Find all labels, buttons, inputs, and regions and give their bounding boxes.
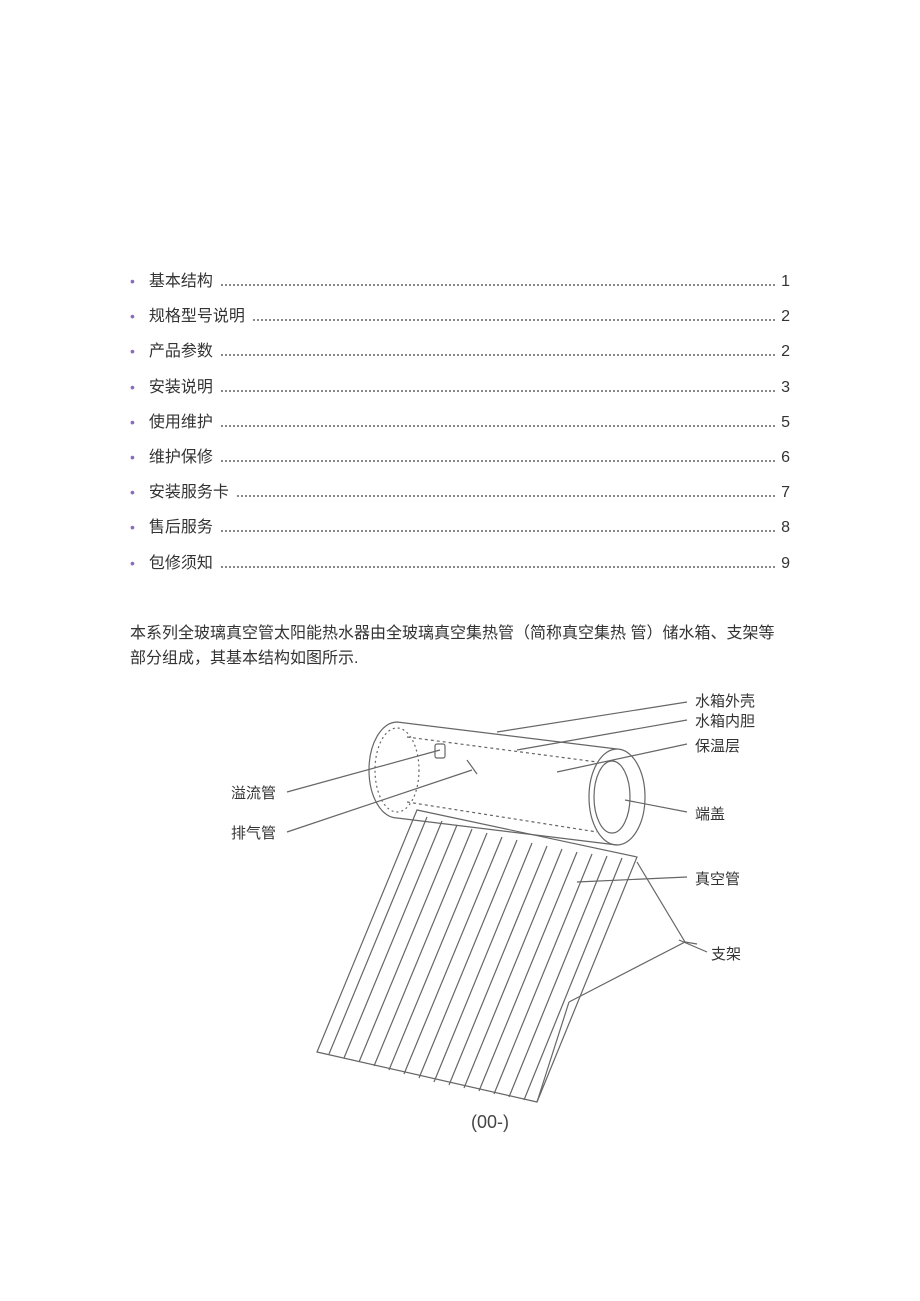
toc-dots bbox=[221, 354, 775, 356]
toc-page: 2 bbox=[781, 338, 790, 365]
toc-label: 使用维护 bbox=[149, 409, 213, 436]
bullet-icon: • bbox=[130, 305, 135, 329]
toc-item: • 产品参数 2 bbox=[130, 338, 790, 365]
label-overflow-pipe: 溢流管 bbox=[231, 782, 276, 803]
toc-page: 1 bbox=[781, 268, 790, 295]
toc-dots bbox=[253, 319, 775, 321]
toc-label: 包修须知 bbox=[149, 550, 213, 577]
bullet-icon: • bbox=[130, 516, 135, 540]
toc-page: 8 bbox=[781, 514, 790, 541]
toc-dots bbox=[221, 566, 775, 568]
toc-page: 6 bbox=[781, 444, 790, 471]
label-tank-shell: 水箱外壳 bbox=[695, 690, 755, 711]
label-tank-liner: 水箱内胆 bbox=[695, 710, 755, 731]
toc-dots bbox=[221, 425, 775, 427]
toc-page: 7 bbox=[781, 479, 790, 506]
toc-label: 产品参数 bbox=[149, 338, 213, 365]
toc-dots bbox=[221, 530, 775, 532]
figure-container: 水箱外壳 水箱内胆 保温层 端盖 真空管 支架 溢流管 排气管 (00-) bbox=[130, 682, 790, 1133]
bullet-icon: • bbox=[130, 552, 135, 576]
toc-dots bbox=[221, 390, 775, 392]
label-exhaust-pipe: 排气管 bbox=[231, 822, 276, 843]
toc-label: 基本结构 bbox=[149, 268, 213, 295]
toc-item: • 基本结构 1 bbox=[130, 268, 790, 295]
structure-diagram: 水箱外壳 水箱内胆 保温层 端盖 真空管 支架 溢流管 排气管 bbox=[217, 682, 763, 1112]
label-end-cap: 端盖 bbox=[695, 803, 725, 824]
toc-label: 安装服务卡 bbox=[149, 479, 229, 506]
toc-page: 2 bbox=[781, 303, 790, 330]
toc-item: • 安装服务卡 7 bbox=[130, 479, 790, 506]
bullet-icon: • bbox=[130, 340, 135, 364]
toc-dots bbox=[221, 284, 775, 286]
bullet-icon: • bbox=[130, 481, 135, 505]
toc-item: • 安装说明 3 bbox=[130, 374, 790, 401]
toc-item: • 维护保修 6 bbox=[130, 444, 790, 471]
toc-item: • 包修须知 9 bbox=[130, 550, 790, 577]
toc-dots bbox=[237, 495, 775, 497]
intro-paragraph: 本系列全玻璃真空管太阳能热水器由全玻璃真空集热管（简称真空集热 管）储水箱、支架… bbox=[130, 621, 790, 672]
diagram-svg bbox=[217, 682, 763, 1112]
page: • 基本结构 1 • 规格型号说明 2 • 产品参数 2 • 安装说明 3 • … bbox=[0, 0, 920, 1213]
toc-label: 安装说明 bbox=[149, 374, 213, 401]
toc-item: • 使用维护 5 bbox=[130, 409, 790, 436]
toc-label: 售后服务 bbox=[149, 514, 213, 541]
figure-caption: (00-) bbox=[190, 1112, 790, 1133]
toc-item: • 规格型号说明 2 bbox=[130, 303, 790, 330]
toc-page: 9 bbox=[781, 550, 790, 577]
bullet-icon: • bbox=[130, 446, 135, 470]
bullet-icon: • bbox=[130, 376, 135, 400]
toc-label: 规格型号说明 bbox=[149, 303, 245, 330]
toc-item: • 售后服务 8 bbox=[130, 514, 790, 541]
bullet-icon: • bbox=[130, 270, 135, 294]
bullet-icon: • bbox=[130, 411, 135, 435]
label-insulation: 保温层 bbox=[695, 735, 740, 756]
label-vacuum-tube: 真空管 bbox=[695, 868, 740, 889]
toc-dots bbox=[221, 460, 775, 462]
toc-label: 维护保修 bbox=[149, 444, 213, 471]
table-of-contents: • 基本结构 1 • 规格型号说明 2 • 产品参数 2 • 安装说明 3 • … bbox=[130, 268, 790, 577]
toc-page: 3 bbox=[781, 374, 790, 401]
label-bracket: 支架 bbox=[711, 943, 741, 964]
toc-page: 5 bbox=[781, 409, 790, 436]
